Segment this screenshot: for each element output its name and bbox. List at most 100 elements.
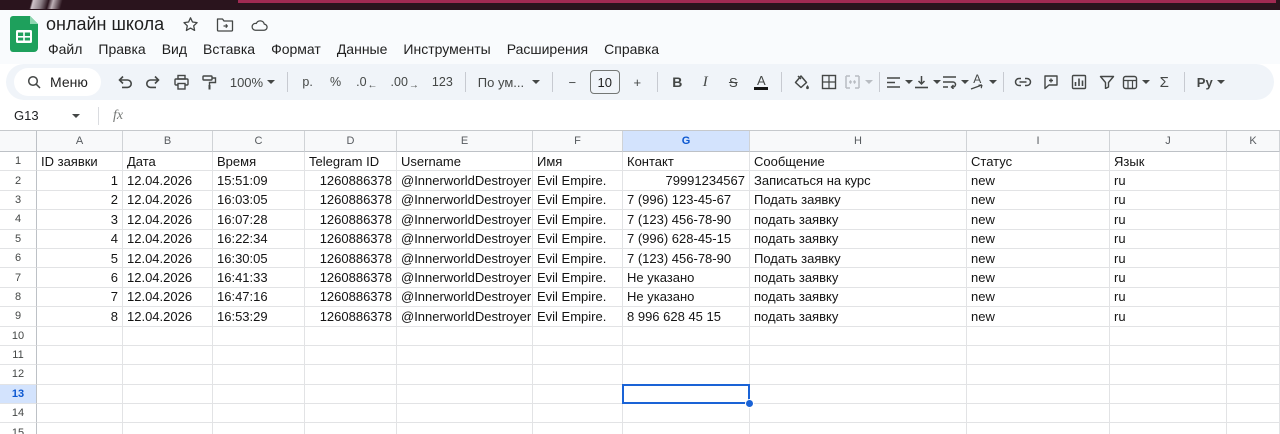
zoom-control[interactable]: 100% xyxy=(224,69,281,95)
functions-button[interactable]: Σ xyxy=(1151,69,1178,95)
cell-K7[interactable] xyxy=(1227,268,1280,287)
cell-B12[interactable] xyxy=(123,365,213,384)
cell-D15[interactable] xyxy=(305,423,397,434)
cell-B4[interactable]: 12.04.2026 xyxy=(123,210,213,229)
cell-I5[interactable]: new xyxy=(967,230,1110,249)
cell-E9[interactable]: @InnerworldDestroyer xyxy=(397,307,533,326)
cell-I15[interactable] xyxy=(967,423,1110,434)
cell-H2[interactable]: Записаться на курс xyxy=(750,171,967,190)
cell-D2[interactable]: 1260886378 xyxy=(305,171,397,190)
col-header-C[interactable]: C xyxy=(213,131,305,152)
sheets-logo-icon[interactable] xyxy=(10,16,38,52)
cell-F2[interactable]: Evil Empire. xyxy=(533,171,623,190)
cell-D3[interactable]: 1260886378 xyxy=(305,191,397,210)
cell-C1[interactable]: Время xyxy=(213,152,305,171)
cell-E10[interactable] xyxy=(397,327,533,346)
cell-F3[interactable]: Evil Empire. xyxy=(533,191,623,210)
cell-E7[interactable]: @InnerworldDestroyer xyxy=(397,268,533,287)
cell-C13[interactable] xyxy=(213,385,305,404)
cell-G12[interactable] xyxy=(623,365,750,384)
cell-D5[interactable]: 1260886378 xyxy=(305,230,397,249)
text-wrap-button[interactable] xyxy=(942,69,969,95)
print-button[interactable] xyxy=(168,69,195,95)
col-header-B[interactable]: B xyxy=(123,131,213,152)
cell-E8[interactable]: @InnerworldDestroyer xyxy=(397,288,533,307)
cell-B1[interactable]: Дата xyxy=(123,152,213,171)
cell-H14[interactable] xyxy=(750,404,967,423)
cell-H5[interactable]: подать заявку xyxy=(750,230,967,249)
menu-item[interactable]: Расширения xyxy=(499,38,596,60)
cell-C5[interactable]: 16:22:34 xyxy=(213,230,305,249)
cell-A13[interactable] xyxy=(37,385,123,404)
cell-B5[interactable]: 12.04.2026 xyxy=(123,230,213,249)
row-header-1[interactable]: 1 xyxy=(0,152,37,171)
row-header-4[interactable]: 4 xyxy=(0,210,37,229)
cell-D6[interactable]: 1260886378 xyxy=(305,249,397,268)
cell-K9[interactable] xyxy=(1227,307,1280,326)
cell-K8[interactable] xyxy=(1227,288,1280,307)
row-header-5[interactable]: 5 xyxy=(0,230,37,249)
cell-A14[interactable] xyxy=(37,404,123,423)
cell-I3[interactable]: new xyxy=(967,191,1110,210)
undo-button[interactable] xyxy=(112,69,139,95)
cell-J14[interactable] xyxy=(1110,404,1227,423)
redo-button[interactable] xyxy=(140,69,167,95)
col-header-D[interactable]: D xyxy=(305,131,397,152)
cell-B7[interactable]: 12.04.2026 xyxy=(123,268,213,287)
cell-F1[interactable]: Имя xyxy=(533,152,623,171)
cell-D7[interactable]: 1260886378 xyxy=(305,268,397,287)
font-size-input[interactable]: 10 xyxy=(590,70,620,94)
cell-C9[interactable]: 16:53:29 xyxy=(213,307,305,326)
cell-H11[interactable] xyxy=(750,346,967,365)
cell-B15[interactable] xyxy=(123,423,213,434)
cell-A11[interactable] xyxy=(37,346,123,365)
cell-J4[interactable]: ru xyxy=(1110,210,1227,229)
cell-G9[interactable]: 8 996 628 45 15 xyxy=(623,307,750,326)
cell-J9[interactable]: ru xyxy=(1110,307,1227,326)
cell-G2[interactable]: 79991234567 xyxy=(623,171,750,190)
cell-J13[interactable] xyxy=(1110,385,1227,404)
insert-chart-button[interactable] xyxy=(1066,69,1093,95)
cell-E12[interactable] xyxy=(397,365,533,384)
fill-color-button[interactable] xyxy=(788,69,815,95)
cell-J15[interactable] xyxy=(1110,423,1227,434)
merge-cells-button[interactable] xyxy=(844,69,873,95)
name-box[interactable]: G13 xyxy=(14,108,80,123)
cell-K1[interactable] xyxy=(1227,152,1280,171)
toolbar-menu-search[interactable]: Меню xyxy=(14,68,101,96)
cell-B13[interactable] xyxy=(123,385,213,404)
cell-D13[interactable] xyxy=(305,385,397,404)
borders-button[interactable] xyxy=(816,69,843,95)
cell-A10[interactable] xyxy=(37,327,123,346)
col-header-H[interactable]: H xyxy=(750,131,967,152)
cell-I1[interactable]: Статус xyxy=(967,152,1110,171)
cell-D9[interactable]: 1260886378 xyxy=(305,307,397,326)
cell-C7[interactable]: 16:41:33 xyxy=(213,268,305,287)
cell-E5[interactable]: @InnerworldDestroyer xyxy=(397,230,533,249)
cell-F6[interactable]: Evil Empire. xyxy=(533,249,623,268)
cell-G3[interactable]: 7 (996) 123-45-67 xyxy=(623,191,750,210)
cell-H9[interactable]: подать заявку xyxy=(750,307,967,326)
cell-A5[interactable]: 4 xyxy=(37,230,123,249)
cell-H7[interactable]: подать заявку xyxy=(750,268,967,287)
cell-J1[interactable]: Язык xyxy=(1110,152,1227,171)
create-filter-button[interactable] xyxy=(1094,69,1121,95)
col-header-K[interactable]: K xyxy=(1227,131,1280,152)
cell-C6[interactable]: 16:30:05 xyxy=(213,249,305,268)
vertical-align-button[interactable] xyxy=(914,69,941,95)
row-header-9[interactable]: 9 xyxy=(0,307,37,326)
cell-C14[interactable] xyxy=(213,404,305,423)
cell-I4[interactable]: new xyxy=(967,210,1110,229)
cell-F11[interactable] xyxy=(533,346,623,365)
cell-J10[interactable] xyxy=(1110,327,1227,346)
cell-K15[interactable] xyxy=(1227,423,1280,434)
italic-button[interactable]: I xyxy=(692,69,719,95)
cell-E15[interactable] xyxy=(397,423,533,434)
cell-G10[interactable] xyxy=(623,327,750,346)
row-header-6[interactable]: 6 xyxy=(0,249,37,268)
increase-font-size-button[interactable]: + xyxy=(624,69,651,95)
cell-A3[interactable]: 2 xyxy=(37,191,123,210)
cell-I13[interactable] xyxy=(967,385,1110,404)
cell-F5[interactable]: Evil Empire. xyxy=(533,230,623,249)
cell-G8[interactable]: Не указано xyxy=(623,288,750,307)
